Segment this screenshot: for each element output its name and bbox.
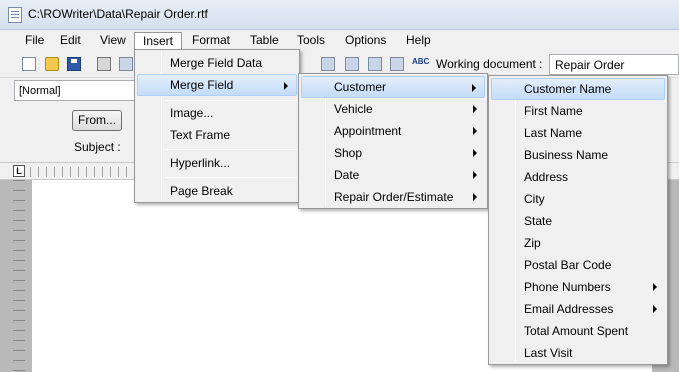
submenu-arrow-icon	[473, 149, 477, 157]
menu-item-business-name[interactable]: Business Name	[491, 144, 665, 166]
merge-field-submenu: Customer Vehicle Appointment Shop Date R…	[298, 73, 488, 209]
redo-icon[interactable]	[390, 57, 404, 71]
insert-menu: Merge Field Data Merge Field Image... Te…	[134, 49, 300, 203]
menu-item-appointment[interactable]: Appointment	[301, 120, 485, 142]
submenu-arrow-icon	[653, 283, 657, 291]
menu-item-image[interactable]: Image...	[137, 102, 297, 124]
menu-item-city[interactable]: City	[491, 188, 665, 210]
menu-edit[interactable]: Edit	[52, 32, 89, 50]
submenu-arrow-icon	[473, 193, 477, 201]
menu-item-label: Shop	[334, 146, 363, 160]
customer-submenu: Customer Name First Name Last Name Busin…	[488, 75, 668, 365]
menu-item-merge-field[interactable]: Merge Field	[137, 74, 297, 96]
menu-item-zip[interactable]: Zip	[491, 232, 665, 254]
outdent-icon[interactable]	[345, 57, 359, 71]
submenu-arrow-icon	[473, 105, 477, 113]
menu-file[interactable]: File	[17, 32, 52, 50]
menu-item-date[interactable]: Date	[301, 164, 485, 186]
vertical-ruler	[13, 180, 25, 372]
save-icon[interactable]	[67, 57, 81, 71]
menu-item-first-name[interactable]: First Name	[491, 100, 665, 122]
document-icon	[8, 7, 22, 23]
menu-help[interactable]: Help	[398, 32, 439, 50]
menu-item-vehicle[interactable]: Vehicle	[301, 98, 485, 120]
menu-item-label: Phone Numbers	[524, 280, 611, 294]
tab-stop-icon[interactable]: L	[13, 165, 25, 177]
menu-item-label: Merge Field	[170, 78, 234, 92]
menu-item-page-break[interactable]: Page Break	[137, 180, 297, 202]
menu-item-last-visit[interactable]: Last Visit	[491, 342, 665, 364]
open-folder-icon[interactable]	[45, 57, 59, 71]
menu-item-hyperlink[interactable]: Hyperlink...	[137, 152, 297, 174]
menu-item-postal-bar-code[interactable]: Postal Bar Code	[491, 254, 665, 276]
from-button[interactable]: From...	[72, 110, 122, 131]
menu-item-text-frame[interactable]: Text Frame	[137, 124, 297, 146]
menu-separator	[165, 100, 297, 101]
submenu-arrow-icon	[472, 84, 476, 92]
menu-item-customer-name[interactable]: Customer Name	[491, 78, 665, 100]
menu-format[interactable]: Format	[184, 32, 238, 50]
menu-item-shop[interactable]: Shop	[301, 142, 485, 164]
menu-item-label: Date	[334, 168, 360, 182]
menu-item-merge-field-data[interactable]: Merge Field Data	[137, 52, 297, 74]
menu-item-label: Repair Order/Estimate	[334, 190, 454, 204]
paragraph-style-select[interactable]: [Normal]	[14, 80, 136, 101]
menu-item-label: Email Addresses	[524, 302, 614, 316]
working-document-label: Working document :	[436, 57, 543, 71]
menu-item-state[interactable]: State	[491, 210, 665, 232]
title-bar: C:\ROWriter\Data\Repair Order.rtf	[0, 0, 679, 30]
subject-label: Subject :	[74, 140, 121, 154]
submenu-arrow-icon	[473, 127, 477, 135]
menu-separator	[165, 149, 297, 150]
menu-tools[interactable]: Tools	[289, 32, 333, 50]
menu-insert[interactable]: Insert	[134, 32, 183, 50]
menu-item-customer[interactable]: Customer	[301, 76, 485, 98]
menu-view[interactable]: View	[92, 32, 134, 50]
menu-item-label: Customer	[334, 80, 387, 94]
menu-item-label: Appointment	[334, 124, 402, 138]
menu-options[interactable]: Options	[337, 32, 394, 50]
spell-check-icon[interactable]: ABC	[412, 57, 429, 71]
menu-item-email-addresses[interactable]: Email Addresses	[491, 298, 665, 320]
menu-item-address[interactable]: Address	[491, 166, 665, 188]
print-preview-icon[interactable]	[119, 57, 133, 71]
menu-item-total-amount-spent[interactable]: Total Amount Spent	[491, 320, 665, 342]
menu-item-label: Vehicle	[334, 102, 373, 116]
menu-item-phone-numbers[interactable]: Phone Numbers	[491, 276, 665, 298]
menu-item-last-name[interactable]: Last Name	[491, 122, 665, 144]
submenu-arrow-icon	[284, 82, 288, 90]
menu-table[interactable]: Table	[242, 32, 287, 50]
menu-item-repair-order-estimate[interactable]: Repair Order/Estimate	[301, 186, 485, 208]
window-title: C:\ROWriter\Data\Repair Order.rtf	[28, 7, 208, 21]
menu-separator	[165, 177, 297, 178]
undo-icon[interactable]	[368, 57, 382, 71]
indent-icon[interactable]	[321, 57, 335, 71]
print-icon[interactable]	[97, 57, 111, 71]
submenu-arrow-icon	[653, 305, 657, 313]
submenu-arrow-icon	[473, 171, 477, 179]
menu-bar: File Edit View Insert Format Table Tools…	[0, 30, 679, 50]
working-document-select[interactable]: Repair Order	[549, 54, 679, 75]
new-document-icon[interactable]	[22, 57, 36, 71]
